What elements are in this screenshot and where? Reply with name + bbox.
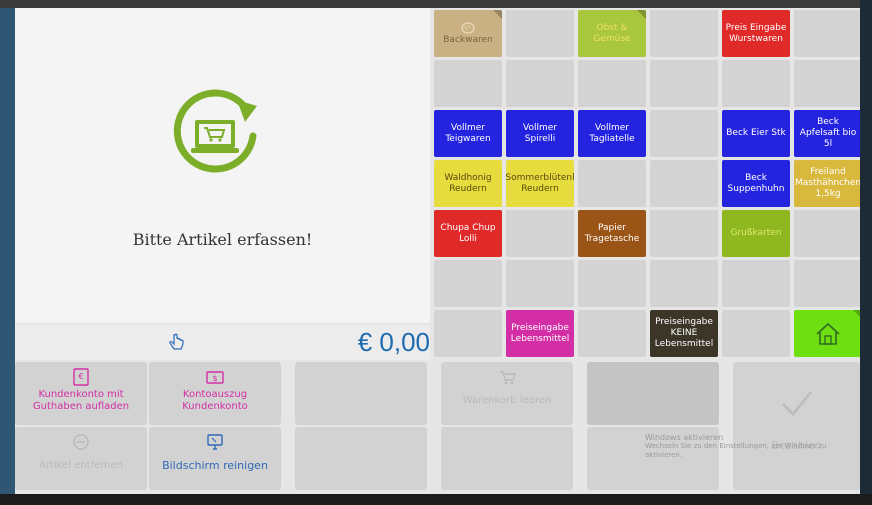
product-tile-vollmer-tagliatelle[interactable]: Vollmer Tagliatelle	[578, 110, 646, 157]
product-tile-empty	[722, 60, 790, 107]
product-label: Papier Tragetasche	[584, 222, 640, 244]
windows-activation-watermark: Windows aktivieren Wechseln Sie zu den E…	[645, 433, 845, 460]
product-tile-grusskarten[interactable]: Grußkarten	[722, 210, 790, 257]
product-tile-empty	[578, 60, 646, 107]
product-label: Backwaren	[443, 35, 493, 45]
top-frame	[0, 0, 872, 8]
home-icon	[816, 322, 840, 345]
scan-panel: Bitte Artikel erfassen!	[15, 8, 430, 323]
product-tile-empty	[722, 260, 790, 307]
product-label: Beck Eier Stk	[726, 128, 786, 138]
product-label: Preis Eingabe Wurstwaren	[725, 22, 787, 44]
screen-bezel-right	[860, 0, 872, 505]
empty-function-slot	[295, 362, 427, 425]
product-tile-beck-eier[interactable]: Beck Eier Stk	[722, 110, 790, 157]
watermark-title: Windows aktivieren	[645, 433, 724, 442]
bread-icon	[461, 22, 475, 34]
product-tile-vollmer-spirelli[interactable]: Vollmer Spirelli	[506, 110, 574, 157]
product-tile-empty	[722, 310, 790, 357]
product-tile-empty	[650, 210, 718, 257]
product-label: Beck Suppenhuhn	[727, 172, 785, 194]
scan-prompt: Bitte Artikel erfassen!	[132, 230, 313, 249]
hand-pointer-icon[interactable]	[167, 333, 185, 353]
svg-text:$: $	[212, 374, 217, 383]
watermark-text: Wechseln Sie zu den Einstellungen, um Wi…	[645, 442, 827, 459]
product-label: Vollmer Teigwaren	[445, 122, 491, 144]
empty-function-slot	[441, 427, 573, 490]
product-tile-papier-tragetasche[interactable]: Papier Tragetasche	[578, 210, 646, 257]
clear-basket-icon	[500, 371, 516, 385]
cart-on-laptop-icon	[173, 89, 257, 173]
product-tile-empty	[650, 60, 718, 107]
product-tile-obst-gemuese[interactable]: Obst & Gemüse	[578, 10, 646, 57]
remove-item-icon	[73, 434, 89, 450]
product-tile-empty	[506, 10, 574, 57]
product-label: Beck Apfelsaft bio 5l	[799, 117, 857, 149]
product-tile-empty	[794, 10, 860, 57]
product-tile-beck-apfelsaft[interactable]: Beck Apfelsaft bio 5l	[794, 110, 860, 157]
product-label: Grußkarten	[730, 228, 782, 238]
product-tile-empty	[650, 110, 718, 157]
clean-screen-icon	[207, 434, 223, 450]
clean-screen-button[interactable]: Bildschirm reinigen	[149, 427, 281, 490]
product-tile-empty	[794, 260, 860, 307]
home-button[interactable]	[794, 310, 860, 357]
product-tile-empty	[506, 60, 574, 107]
product-label: Preiseingabe KEINE Lebensmittel	[654, 317, 714, 349]
pos-screen: Bitte Artikel erfassen! € 0,00 Backwaren…	[15, 8, 860, 494]
product-tile-chupa-chups[interactable]: Chupa Chup Lolli	[434, 210, 502, 257]
statement-icon: $	[206, 371, 224, 384]
account-statement-label: Kontoauszug Kundenkonto	[182, 389, 248, 412]
product-tile-beck-suppenhuhn[interactable]: Beck Suppenhuhn	[722, 160, 790, 207]
product-tile-freiland-masthaehnchen[interactable]: Freiland Masthähnchen 1,5kg	[794, 160, 860, 207]
svg-text:€: €	[78, 372, 83, 381]
empty-function-slot	[587, 362, 719, 425]
product-tile-empty	[578, 260, 646, 307]
product-tile-empty	[650, 10, 718, 57]
product-tile-empty	[506, 210, 574, 257]
product-tile-vollmer-teigwaren[interactable]: Vollmer Teigwaren	[434, 110, 502, 157]
product-label: Vollmer Spirelli	[523, 122, 557, 144]
product-tile-preiseingabe-lebensmittel[interactable]: Preiseingabe Lebensmittel	[506, 310, 574, 357]
product-tile-empty	[650, 260, 718, 307]
product-tile-empty	[650, 160, 718, 207]
product-tile-empty	[578, 310, 646, 357]
total-amount: € 0,00	[357, 327, 430, 357]
account-topup-button[interactable]: € Kundenkonto mit Guthaben aufladen	[15, 362, 147, 425]
product-label: Freiland Masthähnchen 1,5kg	[794, 167, 860, 199]
account-topup-label: Kundenkonto mit Guthaben aufladen	[32, 389, 130, 412]
product-tile-backwaren[interactable]: Backwaren	[434, 10, 502, 57]
remove-item-button[interactable]: Artikel entfernen	[15, 427, 147, 490]
clear-basket-label: Warenkorb leeren	[462, 395, 552, 406]
product-label: Waldhonig Reudern	[444, 172, 492, 194]
product-tile-empty	[506, 260, 574, 307]
product-tile-empty	[434, 310, 502, 357]
clean-screen-label: Bildschirm reinigen	[162, 459, 268, 472]
product-tile-empty	[794, 210, 860, 257]
clear-basket-button[interactable]: Warenkorb leeren	[441, 362, 573, 425]
remove-item-label: Artikel entfernen	[38, 460, 124, 471]
account-topup-icon: €	[73, 368, 89, 386]
total-bar: € 0,00	[15, 325, 430, 360]
product-tile-preis-eingabe-wurstwaren[interactable]: Preis Eingabe Wurstwaren	[722, 10, 790, 57]
checkmark-icon	[781, 391, 812, 417]
product-label: Preiseingabe Lebensmittel	[510, 322, 570, 344]
function-bar: € Kundenkonto mit Guthaben aufladen $ Ko…	[15, 360, 860, 494]
product-label: Obst & Gemüse	[593, 22, 631, 44]
product-tile-empty	[794, 60, 860, 107]
empty-function-slot	[295, 427, 427, 490]
product-grid: Backwaren Obst & Gemüse Preis Eingabe Wu…	[432, 8, 860, 360]
product-label: Chupa Chup Lolli	[440, 222, 496, 244]
product-tile-empty	[578, 160, 646, 207]
product-label: Vollmer Tagliatelle	[589, 122, 635, 144]
pay-button[interactable]: Bezahlen	[733, 362, 860, 490]
screen-bezel-bottom	[0, 494, 872, 505]
product-label: Sommerblütenl Reudern	[506, 172, 574, 194]
product-tile-empty	[434, 60, 502, 107]
product-tile-waldhonig[interactable]: Waldhonig Reudern	[434, 160, 502, 207]
product-tile-empty	[434, 260, 502, 307]
account-statement-button[interactable]: $ Kontoauszug Kundenkonto	[149, 362, 281, 425]
product-tile-preiseingabe-keine-lebensmittel[interactable]: Preiseingabe KEINE Lebensmittel	[650, 310, 718, 357]
product-tile-sommerbluetenhonig[interactable]: Sommerblütenl Reudern	[506, 160, 574, 207]
